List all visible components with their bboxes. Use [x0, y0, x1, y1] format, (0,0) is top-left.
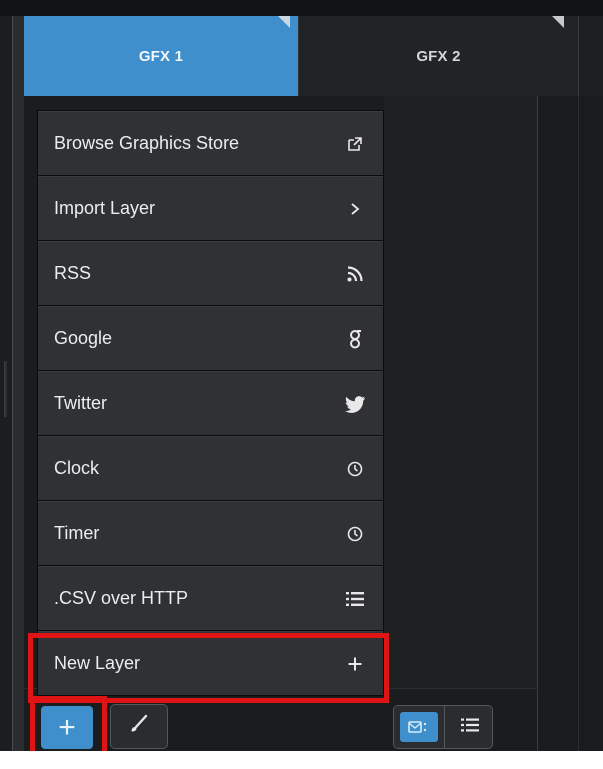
tab-gfx-2[interactable]: GFX 2	[298, 16, 578, 96]
menu-item-import-layer[interactable]: Import Layer	[38, 176, 383, 240]
left-border	[12, 16, 24, 751]
chevron-right-icon	[344, 198, 366, 220]
tab-label: GFX 1	[138, 47, 184, 65]
add-layer-menu: Browse Graphics Store Import Layer RSS G…	[37, 110, 384, 696]
menu-item-clock[interactable]: Clock	[38, 436, 383, 500]
top-bar	[0, 0, 603, 16]
menu-item-label: .CSV over HTTP	[54, 588, 189, 608]
bottom-margin	[0, 751, 603, 769]
tab-label: GFX 2	[416, 47, 461, 65]
google-icon	[344, 328, 366, 350]
menu-item-twitter[interactable]: Twitter	[38, 371, 383, 435]
menu-item-label: Browse Graphics Store	[54, 133, 240, 153]
new-layer-highlight-box	[28, 633, 389, 703]
menu-item-csv-over-http[interactable]: .CSV over HTTP	[38, 566, 383, 630]
left-resize-strip[interactable]	[0, 16, 12, 751]
resize-grip[interactable]	[4, 361, 7, 417]
list-view-button[interactable]	[444, 706, 492, 748]
menu-item-browse-graphics-store[interactable]: Browse Graphics Store	[38, 111, 383, 175]
tab-corner-indicator	[552, 16, 564, 28]
column-divider	[578, 96, 579, 751]
list-view-icon	[460, 717, 480, 738]
menu-item-label: Import Layer	[54, 198, 156, 218]
right-panel	[537, 96, 603, 751]
menu-item-label: RSS	[54, 263, 92, 283]
twitter-icon	[344, 393, 366, 415]
menu-item-label: Twitter	[54, 393, 108, 413]
list-icon	[344, 588, 366, 610]
app-window: GFX 1 GFX 2 Browse Graphics Store Import…	[0, 0, 603, 769]
timer-icon	[344, 523, 366, 545]
menu-item-google[interactable]: Google	[38, 306, 383, 370]
menu-item-timer[interactable]: Timer	[38, 501, 383, 565]
edit-graphics-button[interactable]	[110, 704, 168, 749]
brush-icon	[128, 713, 150, 740]
menu-item-label: Clock	[54, 458, 100, 478]
tab-gfx-1[interactable]: GFX 1	[24, 16, 298, 96]
grid-view-icon	[400, 712, 438, 742]
view-toggle-group	[393, 705, 493, 749]
tab-overflow	[578, 16, 603, 96]
menu-item-label: Google	[54, 328, 113, 348]
tab-bar: GFX 1 GFX 2	[24, 16, 603, 96]
external-link-icon	[344, 133, 366, 155]
menu-item-rss[interactable]: RSS	[38, 241, 383, 305]
clock-icon	[344, 458, 366, 480]
layer-list-area	[384, 96, 537, 751]
grid-view-button[interactable]	[394, 706, 444, 748]
tab-corner-indicator	[278, 16, 290, 28]
rss-icon	[344, 263, 366, 285]
menu-item-label: Timer	[54, 523, 100, 543]
